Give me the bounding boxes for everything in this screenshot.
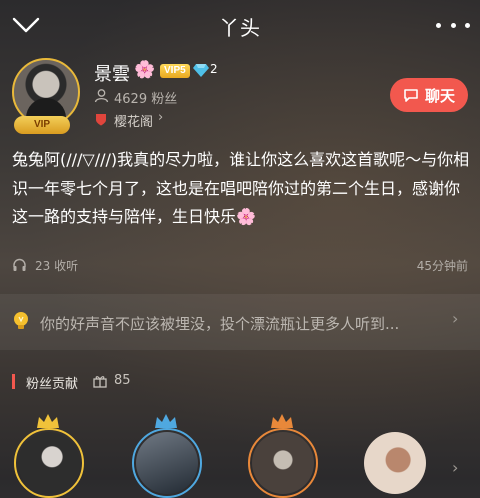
shield-icon bbox=[96, 114, 106, 126]
username[interactable]: 景雲 bbox=[94, 60, 130, 86]
contributor-avatar[interactable] bbox=[246, 412, 320, 498]
listen-count: 23 收听 bbox=[35, 259, 79, 273]
chevron-right-icon: › bbox=[158, 110, 164, 125]
section-title: 粉丝贡献 bbox=[26, 377, 79, 392]
chat-button[interactable]: 聊天 bbox=[390, 78, 468, 112]
vip-level-badge: VIP5 bbox=[160, 64, 190, 78]
post-time: 45分钟前 bbox=[416, 259, 468, 273]
top-bar: 丫头 bbox=[0, 0, 480, 52]
contributor-avatar[interactable] bbox=[130, 412, 204, 498]
club-tag[interactable]: 樱花阁 bbox=[114, 111, 153, 130]
diamond-level: 2 bbox=[210, 62, 218, 76]
more-button[interactable] bbox=[436, 12, 470, 38]
more-dot-icon bbox=[450, 22, 456, 28]
chevron-right-icon: › bbox=[452, 309, 459, 328]
drift-bottle-text: 你的好声音不应该被埋没，投个漂流瓶让更多人听到... bbox=[40, 315, 400, 333]
gift-icon bbox=[93, 376, 107, 388]
chevron-down-icon bbox=[12, 17, 40, 33]
headphones-icon bbox=[13, 258, 26, 271]
blossom-icon: 🌸 bbox=[134, 60, 156, 80]
section-marker bbox=[12, 374, 15, 389]
more-dot-icon bbox=[465, 22, 470, 28]
drift-bottle-banner[interactable]: 你的好声音不应该被埋没，投个漂流瓶让更多人听到... › bbox=[0, 294, 480, 350]
fans-count: 4629 粉丝 bbox=[114, 92, 178, 107]
vip-badge: VIP bbox=[14, 116, 70, 134]
more-dot-icon bbox=[436, 22, 441, 28]
post-text: 兔兔阿(///▽///)我真的尽力啦，谁让你这么喜欢这首歌呢～与你相识一年零七个… bbox=[12, 150, 470, 226]
contribution-count: 85 bbox=[114, 373, 131, 388]
fans-icon bbox=[94, 89, 109, 103]
chat-label: 聊天 bbox=[424, 86, 455, 105]
lightbulb-icon bbox=[14, 312, 28, 329]
back-button[interactable] bbox=[8, 10, 44, 40]
contributor-avatar[interactable] bbox=[12, 412, 86, 498]
page-title: 丫头 bbox=[219, 16, 261, 40]
chat-icon bbox=[404, 89, 418, 102]
diamond-icon bbox=[193, 64, 209, 77]
chevron-right-icon[interactable]: › bbox=[452, 458, 458, 477]
contributor-avatar[interactable] bbox=[360, 412, 434, 494]
